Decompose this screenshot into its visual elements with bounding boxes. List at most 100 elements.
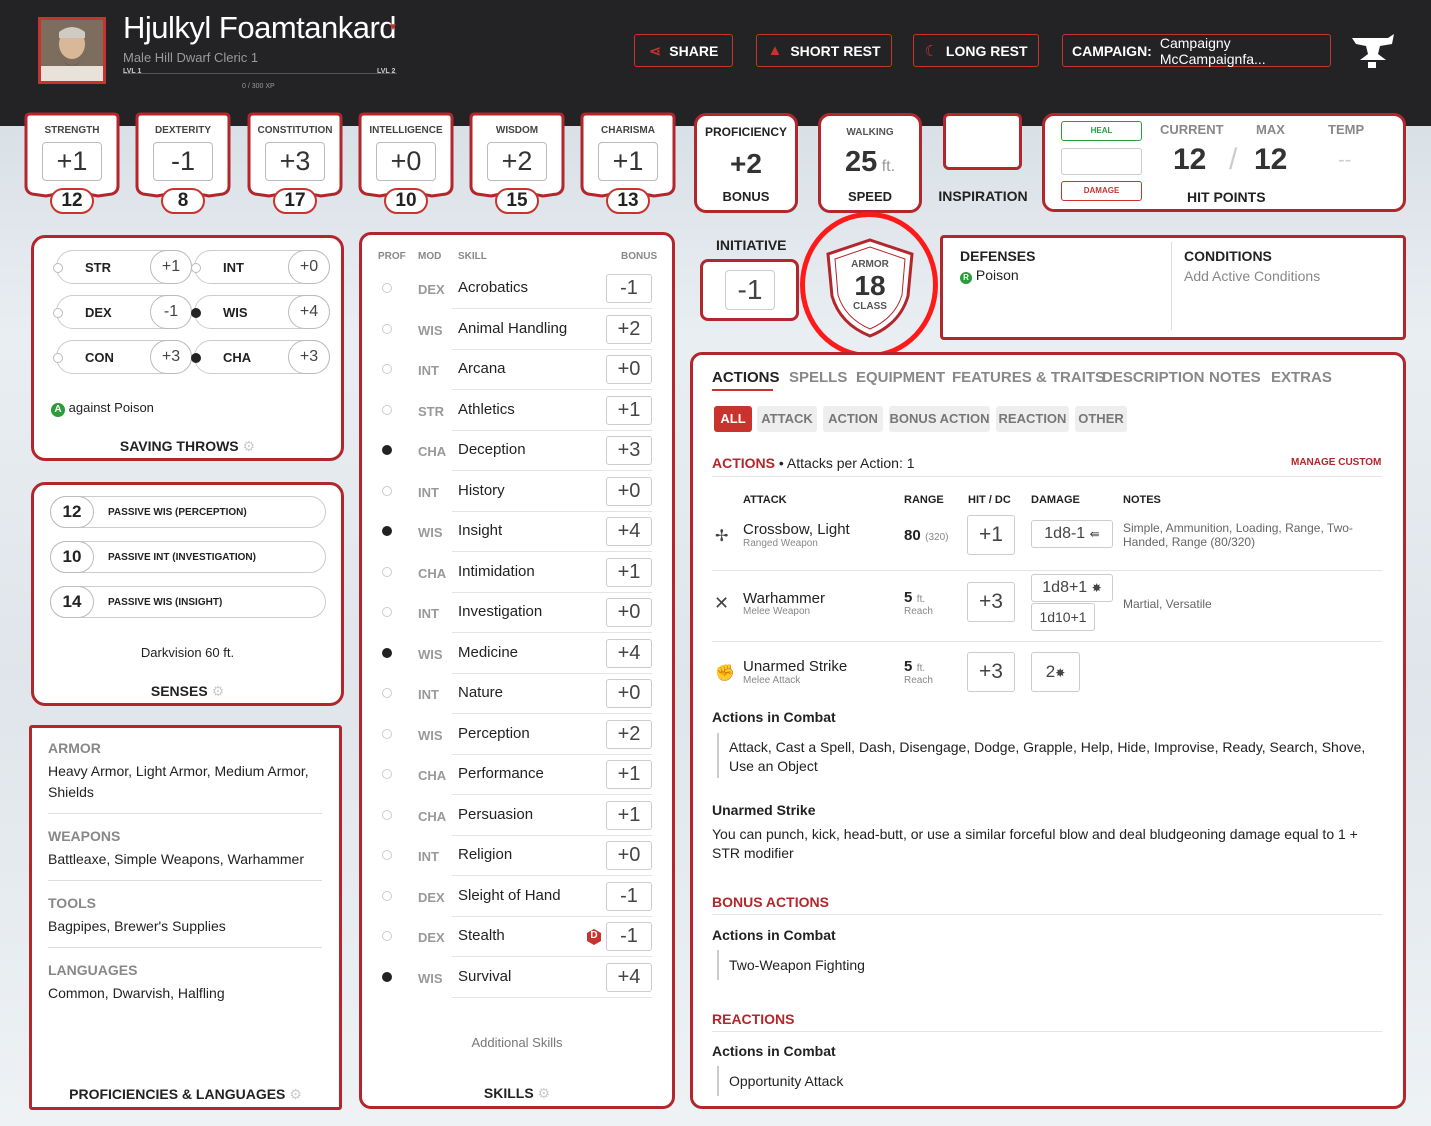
ability-dexterity[interactable]: DEXTERITY -1 8 — [133, 112, 233, 214]
attack-hit-button[interactable]: +3 — [967, 652, 1015, 692]
add-conditions-link[interactable]: Add Active Conditions — [1184, 268, 1320, 284]
saving-throw-int[interactable]: INT +0 — [191, 250, 330, 284]
skill-row-stealth[interactable]: DEX Stealth -1 — [372, 917, 660, 957]
filter-attack[interactable]: ATTACK — [757, 406, 817, 432]
long-rest-button[interactable]: ☾ LONG REST — [913, 34, 1039, 67]
ability-score: 12 — [50, 188, 94, 214]
character-portrait[interactable] — [38, 17, 106, 84]
skill-row-deception[interactable]: CHA Deception +3 — [372, 431, 660, 471]
skill-row-sleight-of-hand[interactable]: DEX Sleight of Hand -1 — [372, 877, 660, 917]
skill-row-intimidation[interactable]: CHA Intimidation +1 — [372, 553, 660, 593]
inspiration-toggle[interactable] — [943, 113, 1022, 170]
saving-throws-panel: STR +1 INT +0 DEX -1 WIS +4 CON +3 CHA +3 A against… — [31, 235, 344, 461]
skill-row-perception[interactable]: WIS Perception +2 — [372, 715, 660, 755]
short-rest-button[interactable]: ▲ SHORT REST — [756, 34, 892, 67]
damage-button[interactable]: DAMAGE — [1061, 181, 1142, 201]
tab-notes[interactable]: NOTES — [1209, 369, 1261, 386]
max-hp-value: 12 — [1254, 143, 1288, 176]
skill-row-survival[interactable]: WIS Survival +4 — [372, 958, 660, 998]
attack-damage-button[interactable]: 1d8+1 ✸ — [1031, 574, 1113, 602]
heal-button[interactable]: HEAL — [1061, 121, 1142, 141]
saving-throws-title: SAVING THROWS — [119, 438, 239, 454]
senses-footer: SENSES ⚙ — [31, 683, 344, 700]
temp-hp-value[interactable]: -- — [1338, 149, 1351, 172]
attack-damage-button[interactable]: 2✸ — [1031, 652, 1080, 692]
weapon-proficiencies: Battleaxe, Simple Weapons, Warhammer — [48, 851, 304, 867]
tab-equipment[interactable]: EQUIPMENT — [856, 369, 945, 386]
proficiency-dot — [53, 308, 63, 318]
saving-throw-cha[interactable]: CHA +3 — [191, 340, 330, 374]
skill-row-nature[interactable]: INT Nature +0 — [372, 674, 660, 714]
filter-all[interactable]: ALL — [714, 406, 752, 432]
attack-name[interactable]: Warhammer — [743, 590, 825, 607]
skill-row-arcana[interactable]: INT Arcana +0 — [372, 350, 660, 390]
manage-custom-link[interactable]: MANAGE CUSTOM — [1291, 457, 1381, 468]
attack-name[interactable]: Unarmed Strike — [743, 658, 847, 675]
attack-type: Ranged Weapon — [743, 538, 818, 549]
saving-throw-con[interactable]: CON +3 — [53, 340, 192, 374]
skill-row-athletics[interactable]: STR Athletics +1 — [372, 391, 660, 431]
ability-constitution[interactable]: CONSTITUTION +3 17 — [245, 112, 345, 214]
gear-icon[interactable]: ⚙ — [212, 683, 225, 699]
current-hp-value[interactable]: 12 — [1173, 143, 1206, 177]
skill-bonus: +2 — [606, 314, 652, 344]
reaction-item[interactable]: Opportunity Attack — [729, 1072, 843, 1091]
defenses-conditions-box[interactable]: DEFENSES R Poison CONDITIONS Add Active … — [940, 235, 1406, 340]
skill-name: Insight — [458, 522, 503, 539]
tab-extras[interactable]: EXTRAS — [1271, 369, 1332, 386]
skill-name: Acrobatics — [458, 279, 529, 296]
skill-row-performance[interactable]: CHA Performance +1 — [372, 755, 660, 795]
skill-row-investigation[interactable]: INT Investigation +0 — [372, 593, 660, 633]
filter-reaction[interactable]: REACTION — [996, 406, 1069, 432]
hp-amount-input[interactable] — [1061, 148, 1142, 175]
caret-down-icon[interactable]: ▼ — [388, 22, 398, 33]
saving-throw-str[interactable]: STR +1 — [53, 250, 192, 284]
campaign-button[interactable]: CAMPAIGN: Campaigny McCampaignfa... — [1062, 34, 1331, 67]
character-name[interactable]: Hjulkyl Foamtankard — [123, 10, 397, 46]
tab-features-traits[interactable]: FEATURES & TRAITS — [952, 369, 1105, 386]
additional-skills-link[interactable]: Additional Skills — [359, 1035, 675, 1050]
attack-name[interactable]: Crossbow, Light — [743, 521, 850, 538]
skill-name: Survival — [458, 967, 512, 985]
skill-row-acrobatics[interactable]: DEX Acrobatics -1 — [372, 269, 660, 309]
skill-modifier-ability: INT — [418, 484, 439, 500]
proficiency-dot — [382, 931, 392, 941]
gear-icon[interactable]: ⚙ — [538, 1085, 551, 1101]
skill-row-persuasion[interactable]: CHA Persuasion +1 — [372, 796, 660, 836]
tab-spells[interactable]: SPELLS — [789, 369, 847, 386]
piercing-icon: ⇚ — [1089, 527, 1100, 541]
ability-strength[interactable]: STRENGTH +1 12 — [22, 112, 122, 214]
anvil-logo-icon[interactable] — [1348, 30, 1396, 70]
skill-row-insight[interactable]: WIS Insight +4 — [372, 512, 660, 552]
share-button[interactable]: ⋖ SHARE — [634, 34, 733, 67]
skill-row-animal-handling[interactable]: WIS Animal Handling +2 — [372, 310, 660, 350]
senses-title: SENSES — [150, 683, 208, 699]
saving-throw-dex[interactable]: DEX -1 — [53, 295, 192, 329]
skill-row-religion[interactable]: INT Religion +0 — [372, 836, 660, 876]
ability-wisdom[interactable]: WISDOM +2 15 — [467, 112, 567, 214]
hp-separator: / — [1229, 143, 1238, 176]
skill-bonus: +1 — [606, 395, 652, 425]
proficiency-dot — [191, 353, 201, 363]
attack-hit-button[interactable]: +1 — [967, 515, 1015, 555]
bonus-action-item[interactable]: Two-Weapon Fighting — [729, 956, 865, 975]
initiative-box[interactable]: -1 — [700, 259, 799, 321]
skill-row-medicine[interactable]: WIS Medicine +4 — [372, 634, 660, 674]
tab-actions[interactable]: ACTIONS — [712, 369, 780, 386]
skill-name: Medicine — [458, 643, 519, 661]
ability-modifier: +3 — [265, 142, 325, 181]
gear-icon[interactable]: ⚙ — [243, 438, 256, 454]
skill-row-history[interactable]: INT History +0 — [372, 472, 660, 512]
ability-charisma[interactable]: CHARISMA +1 13 — [578, 112, 678, 214]
gear-icon[interactable]: ⚙ — [289, 1086, 302, 1102]
attack-hit-button[interactable]: +3 — [967, 582, 1015, 622]
ability-intelligence[interactable]: INTELLIGENCE +0 10 — [356, 112, 456, 214]
tab-description[interactable]: DESCRIPTION — [1102, 369, 1205, 386]
proficiency-dot — [382, 404, 392, 415]
saving-throw-wis[interactable]: WIS +4 — [191, 295, 330, 329]
versatile-damage-button[interactable]: 1d10+1 — [1031, 603, 1095, 631]
filter-bonus-action[interactable]: BONUS ACTION — [889, 406, 990, 432]
filter-action[interactable]: ACTION — [823, 406, 883, 432]
filter-other[interactable]: OTHER — [1075, 406, 1127, 432]
attack-damage-button[interactable]: 1d8-1 ⇚ — [1031, 520, 1113, 548]
